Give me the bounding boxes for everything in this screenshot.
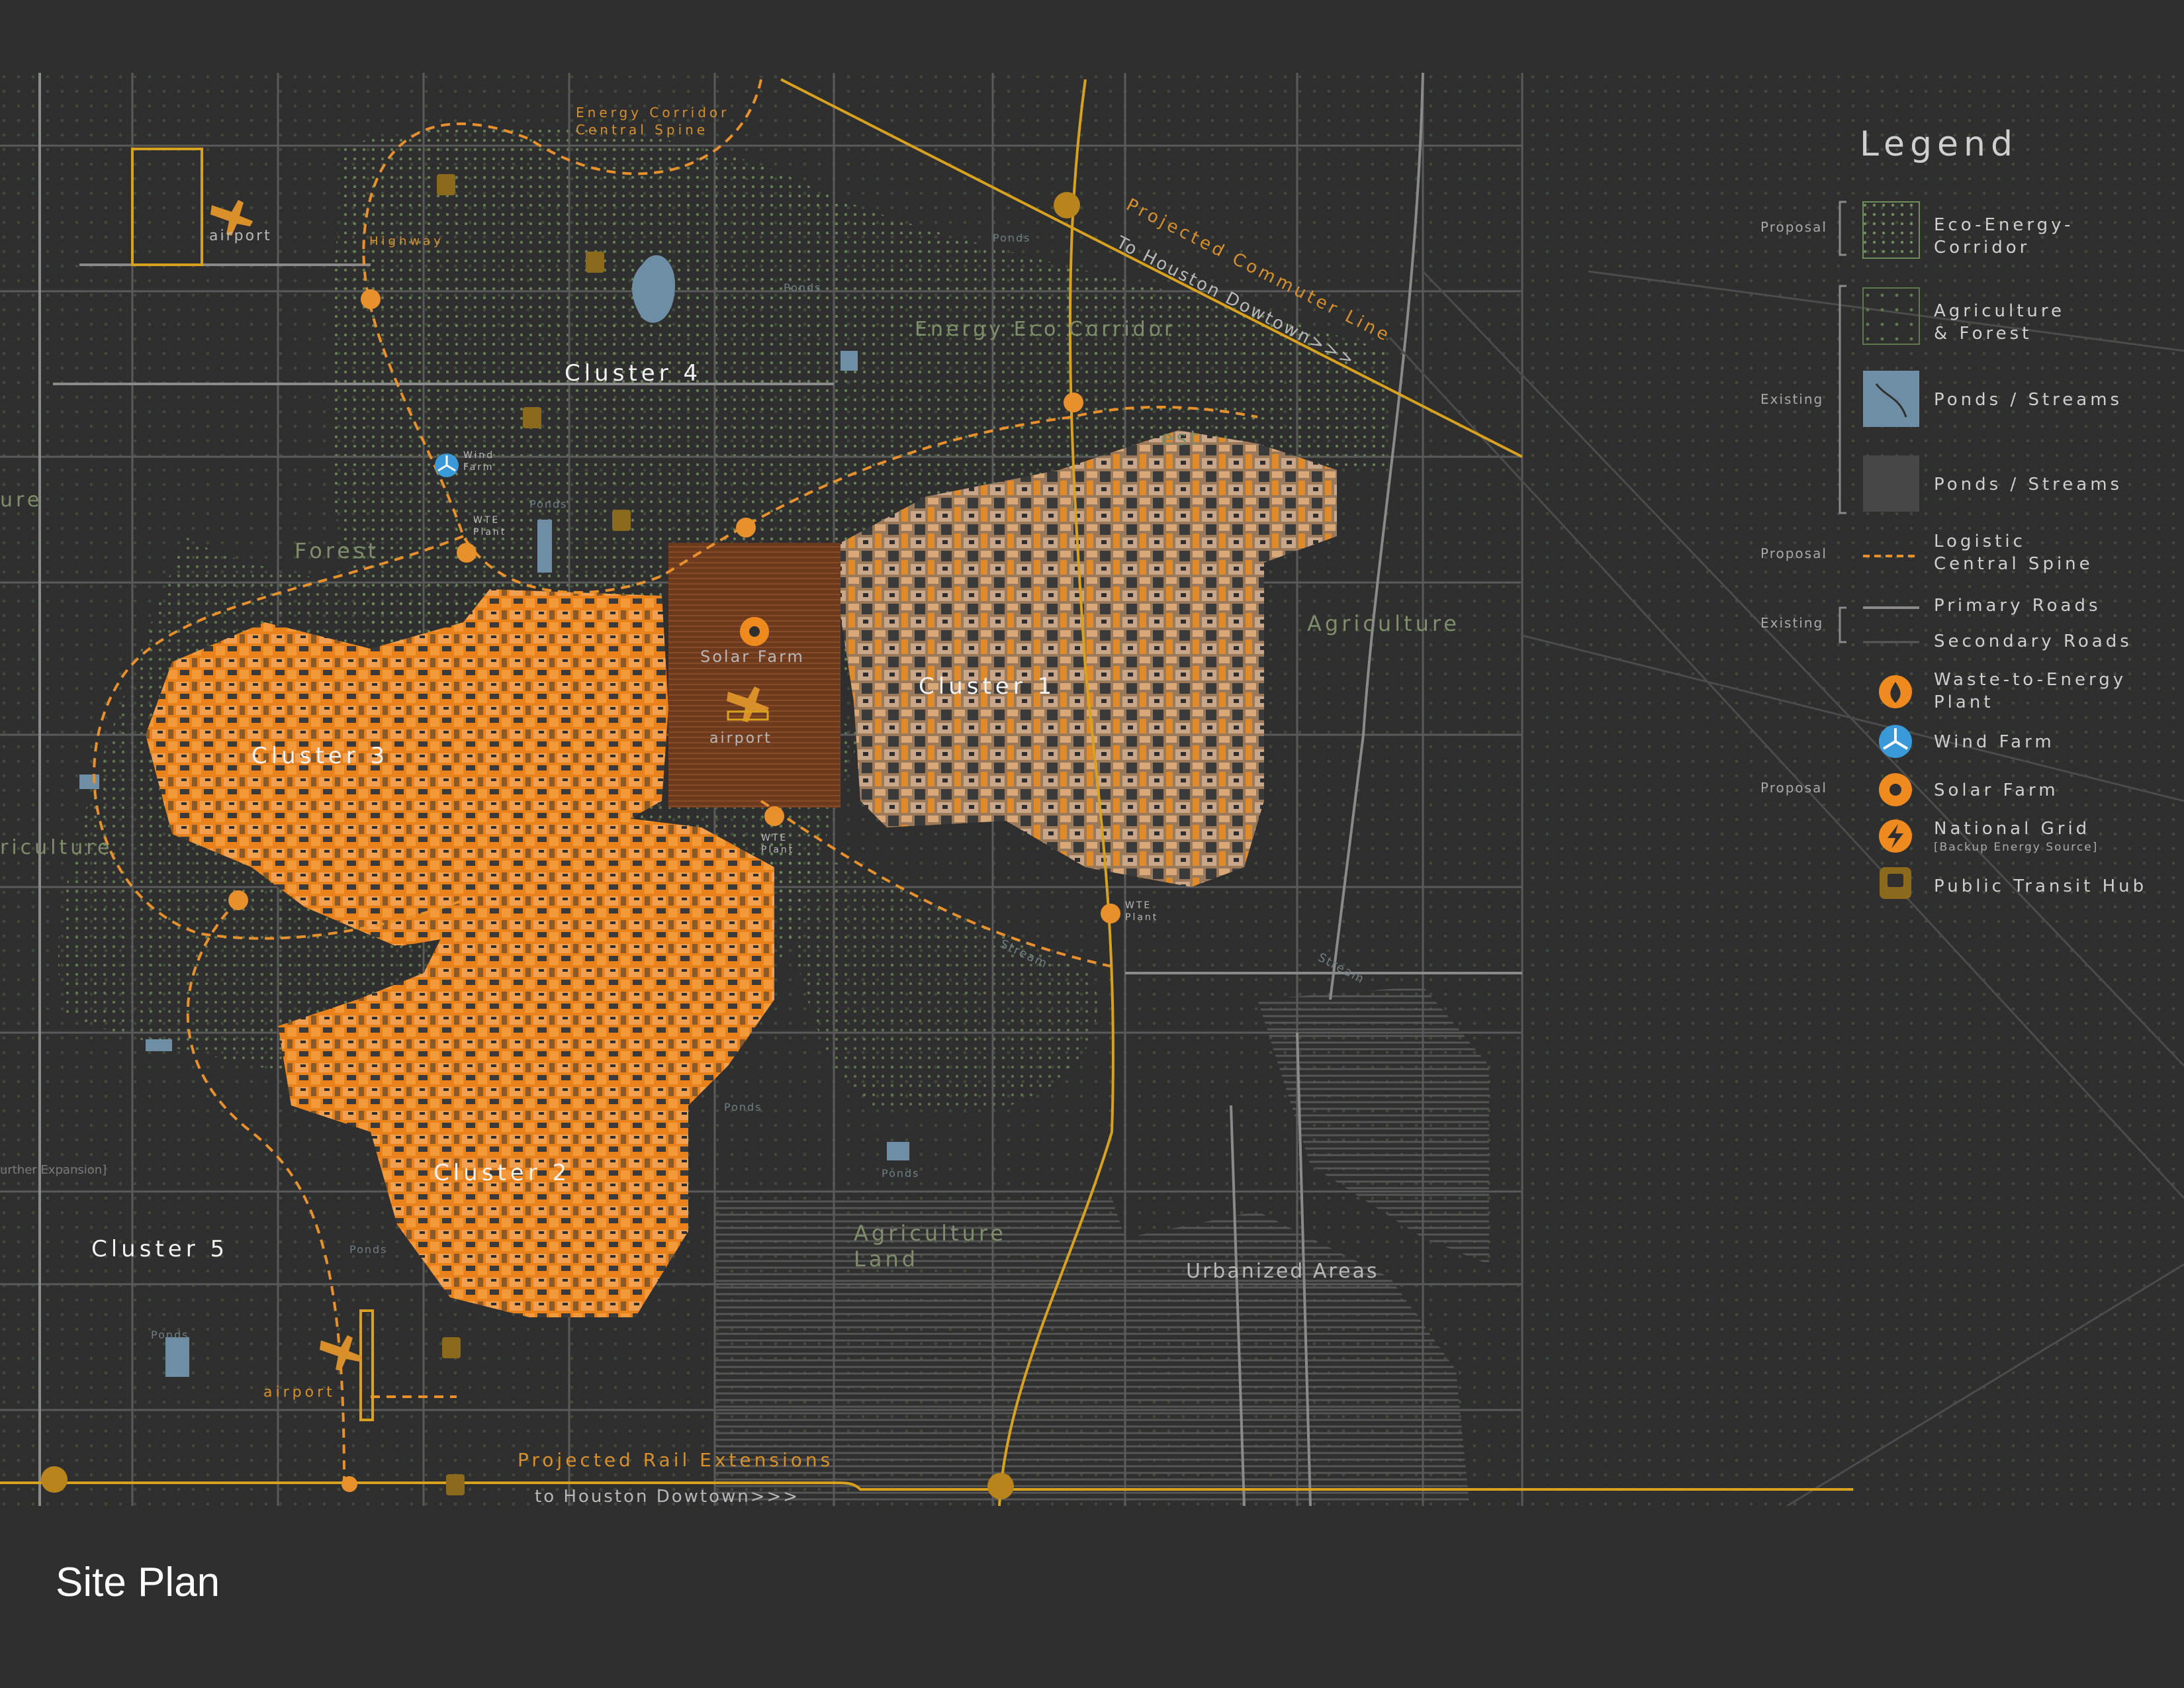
solar-farm-marker <box>740 617 769 646</box>
cluster-1-label: Cluster 1 <box>919 673 1056 700</box>
page-title: Site Plan <box>56 1560 220 1605</box>
ponds-streams-swatch <box>1863 371 1919 427</box>
solar-farm-area <box>668 543 841 808</box>
transit-icon <box>437 174 455 195</box>
legend-label: Secondary Roads <box>1934 632 2132 651</box>
legend-label: Eco-Energy- <box>1934 215 2073 235</box>
wte-label-center: WTE <box>761 833 788 843</box>
ponds-label: Ponds <box>784 281 822 294</box>
ponds-label: Ponds <box>993 232 1031 244</box>
forest-label: Forest <box>295 538 379 563</box>
legend-label: Waste-to-Energy <box>1934 670 2126 690</box>
wind-farm-label: Wind <box>463 450 494 461</box>
legend-title: Legend <box>1860 124 2018 164</box>
site-plan-map: Cluster 1 Cluster 2 Cluster 3 Cluster 4 … <box>0 73 2184 1506</box>
legend-label: Plant <box>1934 692 1994 712</box>
energy-eco-corridor-label: Energy Eco Corridor <box>915 318 1175 341</box>
flame-icon <box>1101 904 1120 923</box>
cluster-2-label: Cluster 2 <box>433 1160 570 1186</box>
airport-label-south: airport <box>263 1384 336 1401</box>
wind-farm-label-2: Farm <box>463 462 494 473</box>
forest-label-partial: est <box>1161 427 1201 450</box>
lightning-icon <box>228 890 248 910</box>
agriculture-label-partial: riculture <box>0 836 113 859</box>
legend-tag-proposal-3: Proposal <box>1760 780 1827 796</box>
cluster-4-label: Cluster 4 <box>565 360 702 387</box>
solar-farm-label: Solar Farm <box>700 647 805 666</box>
legend-tag-existing: Existing <box>1760 391 1823 407</box>
agriculture-forest-swatch <box>1862 287 1920 345</box>
culture-label-partial: ure <box>0 489 42 512</box>
lightning-icon <box>1064 393 1083 412</box>
agriculture-land-label: Agriculture <box>854 1221 1007 1246</box>
flame-icon <box>457 543 477 563</box>
energy-corridor-label: Energy Corridor <box>576 105 729 120</box>
wte-label-center-2: Plant <box>761 845 794 855</box>
highway-label: Highway <box>369 234 444 248</box>
legend-label: Ponds / Streams <box>1934 390 2122 410</box>
ponds-label: Ponds <box>529 498 568 510</box>
lightning-icon <box>361 289 381 309</box>
transit-icon <box>523 407 541 428</box>
cluster-3-label: Cluster 3 <box>251 743 388 769</box>
projected-rail-extensions-label: Projected Rail Extensions <box>518 1449 833 1471</box>
eco-energy-corridor-swatch <box>1862 201 1920 259</box>
airport-label-nw: airport <box>209 228 272 244</box>
legend-label: Ponds / Streams <box>1934 475 2122 494</box>
legend-label: Central Spine <box>1934 554 2093 574</box>
ponds-label: Ponds <box>349 1243 388 1256</box>
urban-swatch <box>1863 455 1919 512</box>
transit-icon <box>612 510 631 531</box>
legend-label: Agriculture <box>1934 301 2065 321</box>
legend-label: Primary Roads <box>1934 596 2101 616</box>
wte-label: WTE <box>473 515 500 526</box>
ponds-label: Ponds <box>882 1167 920 1180</box>
legend-label: National Grid <box>1934 819 2090 839</box>
lightning-icon <box>736 518 756 538</box>
central-spine-label: Central Spine <box>576 122 708 138</box>
legend-label: Logistic <box>1934 532 2026 551</box>
ponds-label: Ponds <box>151 1329 189 1341</box>
transit-icon <box>446 1474 465 1495</box>
legend-tag-proposal-2: Proposal <box>1760 545 1827 561</box>
legend-label: Solar Farm <box>1934 780 2059 800</box>
legend-tag-proposal: Proposal <box>1760 219 1827 235</box>
transit-icon <box>442 1337 461 1358</box>
legend-tag-existing-2: Existing <box>1760 615 1823 631</box>
agriculture-label: Agriculture <box>1307 611 1460 636</box>
wind-farm-marker <box>435 453 459 477</box>
agriculture-land-label-2: Land <box>854 1246 919 1272</box>
wte-label-east-2: Plant <box>1125 912 1158 923</box>
airport-label-center: airport <box>709 730 772 747</box>
wte-label-east: WTE <box>1125 900 1152 911</box>
legend-label: Wind Farm <box>1934 732 2055 752</box>
legend-label: Corridor <box>1934 238 2030 258</box>
legend-label: Public Transit Hub <box>1934 876 2147 896</box>
legend-label: [Backup Energy Source] <box>1934 841 2098 854</box>
wte-label-2: Plant <box>473 527 506 538</box>
urbanized-areas-label: Urbanized Areas <box>1186 1260 1379 1283</box>
ponds-label: Ponds <box>724 1101 762 1113</box>
cluster-5-label: Cluster 5 <box>91 1236 228 1262</box>
flame-icon <box>764 806 784 826</box>
to-houston-bottom-label: to Houston Dowtown>>> <box>535 1487 799 1506</box>
further-expansion-label: urther Expansion] <box>0 1163 107 1177</box>
legend-label: & Forest <box>1934 324 2032 344</box>
transit-icon <box>586 252 604 273</box>
